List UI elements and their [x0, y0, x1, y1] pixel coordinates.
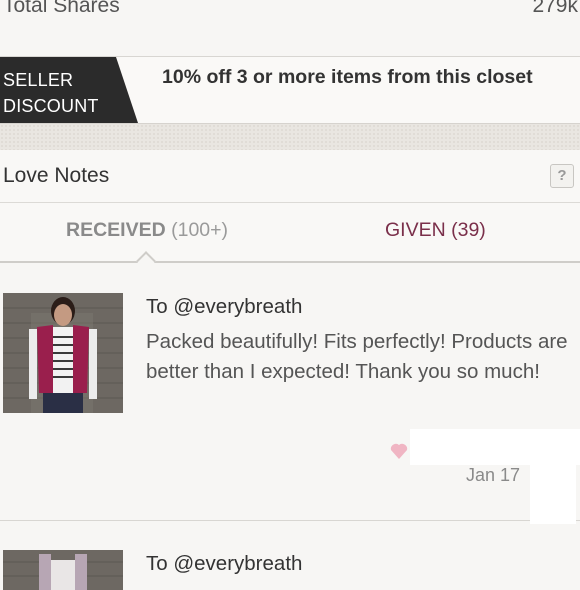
- note-text: Packed beautifully! Fits perfectly! Prod…: [146, 330, 568, 383]
- total-shares-value: 279k: [532, 0, 578, 17]
- discount-message: 10% off 3 or more items from this closet: [162, 66, 533, 88]
- note-recipient[interactable]: To @everybreath: [146, 295, 302, 319]
- badge-line-1: SELLER: [3, 70, 74, 90]
- note-date: Jan 17: [466, 465, 521, 485]
- love-note-item: To @everybreath Packed beautifully! Fits…: [0, 263, 580, 524]
- heart-icon: [390, 443, 408, 459]
- tab-received-count: (100+): [171, 219, 229, 241]
- tab-given-label: GIVEN: [385, 219, 446, 241]
- seller-discount-badge: SELLER DISCOUNT: [0, 57, 140, 123]
- redacted-area-2: [530, 458, 576, 524]
- badge-line-2: DISCOUNT: [3, 96, 99, 116]
- note-recipient[interactable]: To @everybreath: [146, 552, 302, 576]
- tab-given-count: (39): [451, 219, 486, 241]
- note-thumbnail[interactable]: [3, 293, 123, 413]
- love-note-item: To @everybreath: [0, 521, 580, 590]
- love-notes-header: Love Notes ?: [0, 150, 580, 203]
- total-shares-label: Total Shares: [3, 0, 120, 17]
- seller-discount-banner: SELLER DISCOUNT 10% off 3 or more items …: [0, 57, 580, 123]
- total-shares-row: Total Shares 279k: [0, 0, 580, 57]
- tab-received[interactable]: RECEIVED (100+): [66, 219, 228, 242]
- love-notes-tabs: RECEIVED (100+) GIVEN (39): [0, 203, 580, 263]
- help-icon[interactable]: ?: [550, 164, 574, 188]
- textured-divider: [0, 123, 580, 151]
- love-notes-title: Love Notes: [3, 164, 110, 187]
- note-thumbnail[interactable]: [3, 550, 123, 590]
- tab-given[interactable]: GIVEN (39): [385, 219, 486, 242]
- tab-received-label: RECEIVED: [66, 219, 166, 241]
